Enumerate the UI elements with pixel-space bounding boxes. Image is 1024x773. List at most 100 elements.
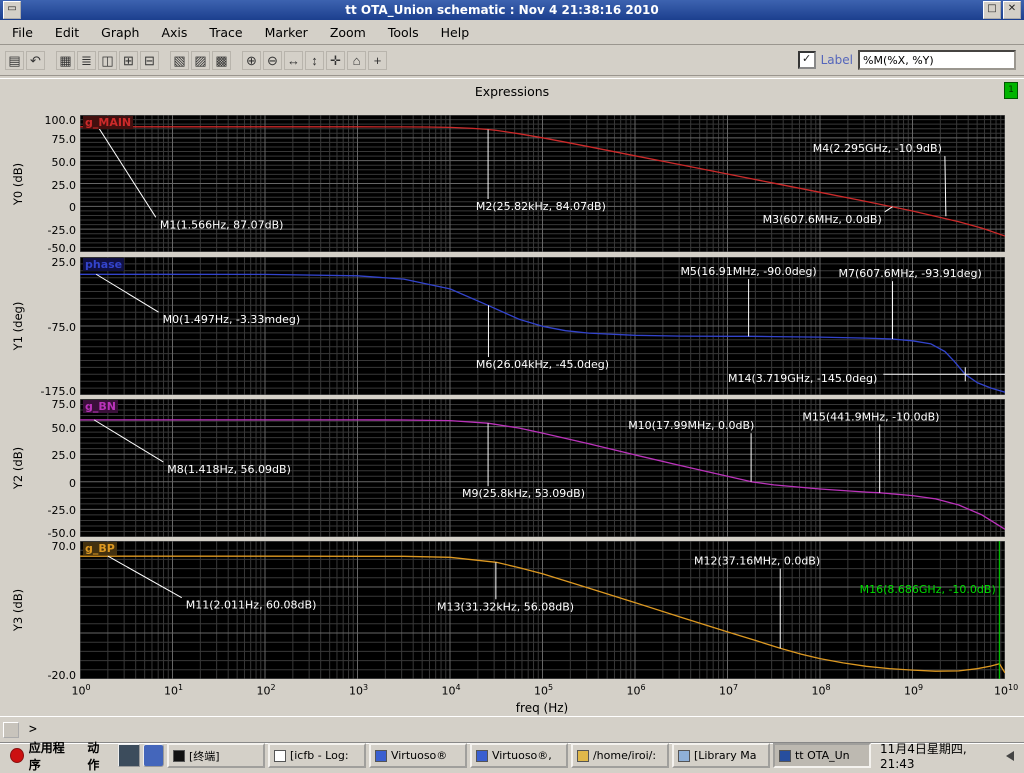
trace-label-g_BN[interactable]: g_BN: [83, 400, 118, 413]
plot-canvas-y2[interactable]: M8(1.418Hz, 56.09dB) M9(25.8kHz, 53.09dB)…: [80, 399, 1005, 537]
xtick-10e10: 1010: [994, 683, 1019, 698]
ytick-y0-50.0: 50.0: [51, 155, 77, 169]
svg-text:M9(25.8kHz, 53.09dB): M9(25.8kHz, 53.09dB): [462, 487, 585, 500]
plot-canvas-y3[interactable]: M11(2.011Hz, 60.08dB) M13(31.32kHz, 56.08…: [80, 541, 1005, 679]
bode-plot-y1: M0(1.497Hz, -3.33mdeg) M6(26.04kHz, -45.0…: [80, 257, 1005, 395]
xtick-10e9: 109: [903, 683, 924, 698]
xtick-10e4: 104: [441, 683, 461, 698]
svg-text:M1(1.566Hz, 87.07dB): M1(1.566Hz, 87.07dB): [160, 218, 284, 231]
resize-grip-icon[interactable]: [3, 721, 19, 738]
xtick-10e0: 100: [71, 683, 91, 698]
clock-area: 11月4日星期四, 21:43: [874, 740, 1020, 771]
svg-text:M14(3.719GHz, -145.0deg): M14(3.719GHz, -145.0deg): [728, 372, 877, 385]
redhat-icon: [10, 748, 24, 763]
taskbar-menu-actions[interactable]: 动作: [81, 741, 115, 772]
volume-icon[interactable]: [1001, 750, 1014, 761]
marker-M15: M15(441.9MHz, -10.0dB): [802, 410, 939, 493]
xtick-10e5: 105: [533, 683, 554, 698]
svg-text:M13(31.32kHz, 56.08dB): M13(31.32kHz, 56.08dB): [437, 600, 574, 613]
ytick-y3-70.0: 70.0: [51, 540, 77, 553]
waveform-icon: [778, 749, 791, 762]
launcher-screenshot-icon[interactable]: [118, 744, 140, 767]
ytick-y2--50.0: -50.0: [47, 527, 76, 540]
marker-M14: M14(3.719GHz, -145.0deg): [728, 367, 1005, 385]
marker-M9: M9(25.8kHz, 53.09dB): [462, 423, 585, 500]
svg-text:M10(17.99MHz, 0.0dB): M10(17.99MHz, 0.0dB): [628, 419, 754, 432]
svg-text:M0(1.497Hz, -3.33mdeg): M0(1.497Hz, -3.33mdeg): [163, 313, 301, 326]
taskbar-window-folder[interactable]: /home/iroi/:: [570, 743, 669, 768]
graph-area: M1(1.566Hz, 87.07dB) M2(25.82kHz, 84.07dB…: [0, 0, 1024, 768]
plot-canvas-y0[interactable]: M1(1.566Hz, 87.07dB) M2(25.82kHz, 84.07dB…: [80, 115, 1005, 252]
trace-label-g_MAIN[interactable]: g_MAIN: [83, 116, 134, 129]
y-axis-label-y1: Y1 (deg): [11, 301, 25, 351]
taskbar-window-app[interactable]: Virtuoso®,: [469, 743, 568, 768]
ytick-y1-25.0: 25.0: [51, 256, 77, 269]
bode-plot-y3: M11(2.011Hz, 60.08dB) M13(31.32kHz, 56.08…: [80, 541, 1005, 679]
folder-icon: [576, 749, 589, 762]
command-line[interactable]: >: [0, 716, 1024, 742]
y-axis-label-y2: Y2 (dB): [11, 446, 25, 490]
document-icon: [273, 749, 286, 762]
svg-text:M3(607.6MHz, 0.0dB): M3(607.6MHz, 0.0dB): [763, 213, 882, 226]
marker-M10: M10(17.99MHz, 0.0dB): [628, 419, 754, 482]
bode-plot-y0: M1(1.566Hz, 87.07dB) M2(25.82kHz, 84.07dB…: [80, 115, 1005, 252]
ytick-y2-75.0: 75.0: [51, 398, 77, 411]
ytick-y0--25.0: -25.0: [47, 224, 76, 238]
marker-M8: M8(1.418Hz, 56.09dB): [93, 419, 291, 476]
library-icon: [677, 749, 690, 762]
xtick-10e2: 102: [256, 683, 276, 698]
ytick-y2--25.0: -25.0: [47, 504, 76, 518]
svg-text:M11(2.011Hz, 60.08dB): M11(2.011Hz, 60.08dB): [186, 599, 317, 612]
svg-text:M5(16.91MHz, -90.0deg): M5(16.91MHz, -90.0deg): [680, 265, 816, 278]
svg-text:M12(37.16MHz, 0.0dB): M12(37.16MHz, 0.0dB): [694, 555, 820, 568]
trace-label-g_BP[interactable]: g_BP: [83, 542, 117, 555]
taskbar: 应用程序 动作 [终端] [icfb - Log: Virtuoso® Virtuoso®…: [0, 740, 1024, 772]
svg-text:M7(607.6MHz, -93.91deg): M7(607.6MHz, -93.91deg): [839, 267, 982, 280]
svg-text:M4(2.295GHz, -10.9dB): M4(2.295GHz, -10.9dB): [813, 142, 942, 155]
marker-M0: M0(1.497Hz, -3.33mdeg): [95, 273, 301, 326]
svg-text:M2(25.82kHz, 84.07dB): M2(25.82kHz, 84.07dB): [476, 200, 606, 213]
ytick-y0-0: 0: [69, 201, 76, 215]
taskbar-window-document[interactable]: [icfb - Log:: [267, 743, 366, 768]
marker-M7: M7(607.6MHz, -93.91deg): [839, 267, 982, 340]
svg-text:M6(26.04kHz, -45.0deg): M6(26.04kHz, -45.0deg): [476, 358, 609, 371]
x-axis-label: freq (Hz): [515, 701, 569, 715]
app-icon: [374, 749, 387, 762]
ytick-y2-25.0: 25.0: [51, 449, 77, 463]
ytick-y2-0: 0: [69, 476, 76, 490]
xtick-10e6: 106: [626, 683, 646, 698]
taskbar-menu-applications[interactable]: 应用程序: [4, 741, 78, 772]
bode-plot-y2: M8(1.418Hz, 56.09dB) M9(25.8kHz, 53.09dB)…: [80, 399, 1005, 537]
ytick-y0-100.0: 100.0: [44, 114, 77, 127]
marker-M11: M11(2.011Hz, 60.08dB): [107, 555, 317, 612]
ytick-y3--20.0: -20.0: [47, 669, 76, 682]
marker-M3: M3(607.6MHz, 0.0dB): [763, 206, 893, 226]
ytick-y2-50.0: 50.0: [51, 421, 77, 435]
xtick-10e8: 108: [811, 683, 831, 698]
taskbar-window-app[interactable]: Virtuoso®: [368, 743, 467, 768]
svg-text:M8(1.418Hz, 56.09dB): M8(1.418Hz, 56.09dB): [167, 463, 291, 476]
clock-text: 11月4日星期四, 21:43: [879, 742, 967, 771]
xtick-10e1: 101: [163, 683, 184, 698]
y-axis-label-y3: Y3 (dB): [11, 588, 25, 632]
ytick-y0-25.0: 25.0: [51, 178, 77, 192]
ytick-y0--50.0: -50.0: [47, 242, 76, 255]
ytick-y1--175.0: -175.0: [40, 385, 76, 398]
terminal-icon: [172, 749, 185, 762]
taskbar-window-library[interactable]: [Library Ma: [671, 743, 770, 768]
xtick-10e7: 107: [718, 683, 739, 698]
ytick-y1--75.0: -75.0: [47, 321, 76, 334]
taskbar-window-terminal[interactable]: [终端]: [166, 743, 265, 768]
y-axis-label-y0: Y0 (dB): [11, 162, 25, 205]
taskbar-window-waveform[interactable]: tt OTA_Un: [772, 743, 871, 768]
svg-text:M16(8.686GHz, -10.0dB): M16(8.686GHz, -10.0dB): [860, 583, 996, 596]
prompt-symbol: >: [29, 722, 37, 737]
xtick-10e3: 103: [348, 683, 369, 698]
marker-M16: M16(8.686GHz, -10.0dB): [860, 541, 1000, 679]
plot-canvas-y1[interactable]: M0(1.497Hz, -3.33mdeg) M6(26.04kHz, -45.0…: [80, 257, 1005, 395]
launcher-email-icon[interactable]: [142, 744, 164, 767]
ytick-y0-75.0: 75.0: [51, 132, 77, 146]
svg-text:M15(441.9MHz, -10.0dB): M15(441.9MHz, -10.0dB): [802, 410, 939, 423]
app-icon: [475, 749, 488, 762]
trace-label-phase[interactable]: phase: [83, 258, 125, 271]
